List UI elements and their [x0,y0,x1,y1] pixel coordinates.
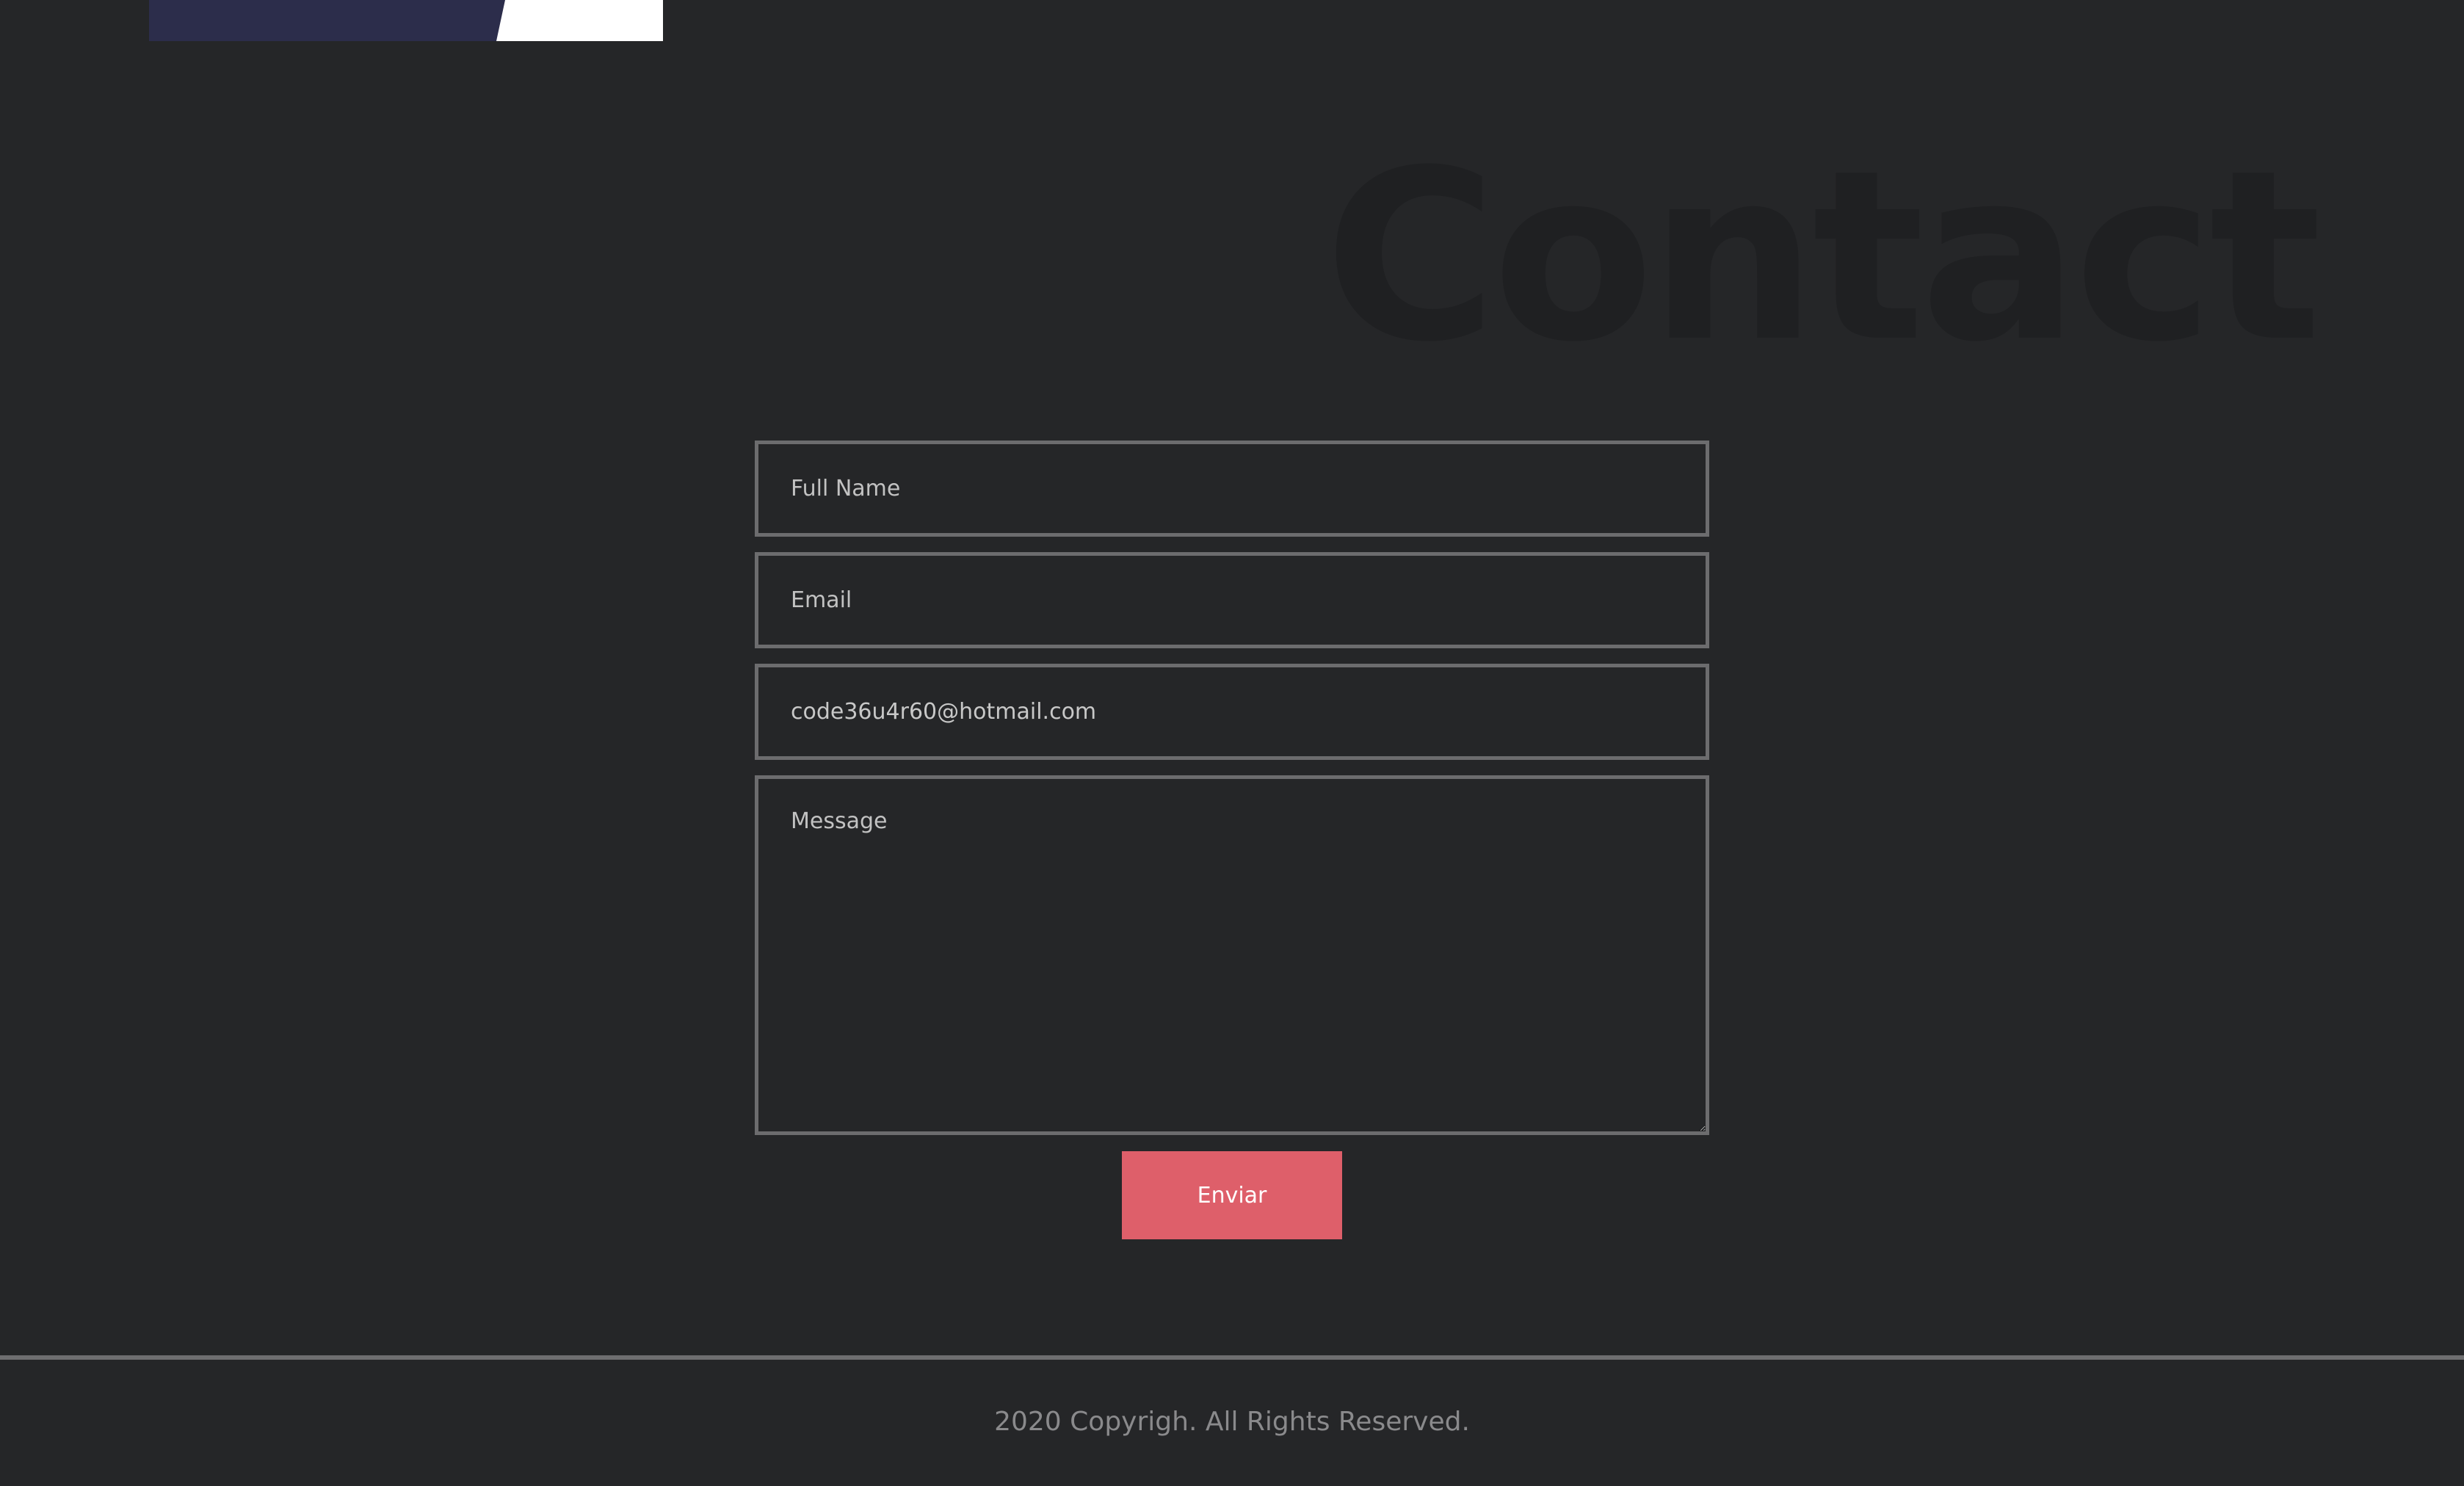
banner-slant [496,0,505,41]
footer-divider [0,1355,2464,1360]
submit-button[interactable]: Enviar [1122,1151,1342,1239]
full-name-input[interactable] [755,441,1709,537]
header-banner-image [149,0,663,41]
message-textarea[interactable] [755,775,1709,1135]
banner-dark-block [149,0,496,41]
footer-copyright: 2020 Copyrigh. All Rights Reserved. [994,1407,1470,1437]
contact-email-input[interactable] [755,664,1709,760]
section-title: Contact [1324,120,2322,394]
contact-form: Enviar [755,441,1709,1239]
email-input[interactable] [755,552,1709,648]
